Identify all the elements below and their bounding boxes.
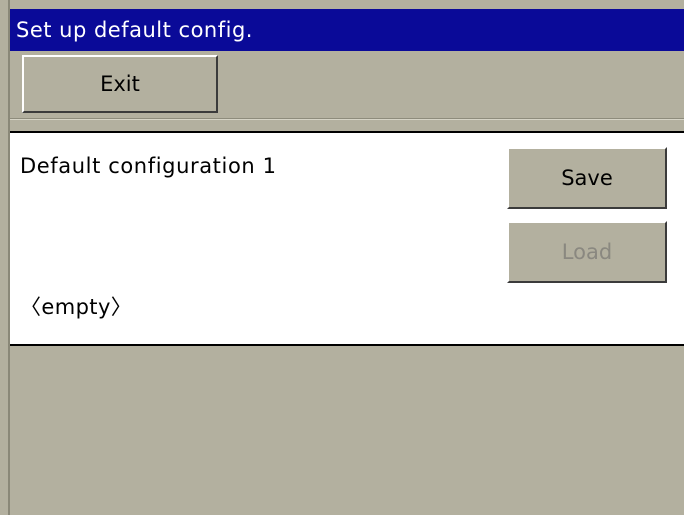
- title-bar: Set up default config.: [10, 9, 684, 51]
- setup-default-config-screen: Set up default config. Exit Default conf…: [0, 0, 684, 515]
- save-button[interactable]: Save: [507, 147, 667, 209]
- load-button[interactable]: Load: [507, 221, 667, 283]
- config-name-label: Default configuration 1: [20, 154, 277, 178]
- config-status-label: 〈empty〉: [20, 295, 133, 319]
- exit-button[interactable]: Exit: [22, 55, 218, 113]
- toolbar-divider-highlight: [10, 119, 684, 120]
